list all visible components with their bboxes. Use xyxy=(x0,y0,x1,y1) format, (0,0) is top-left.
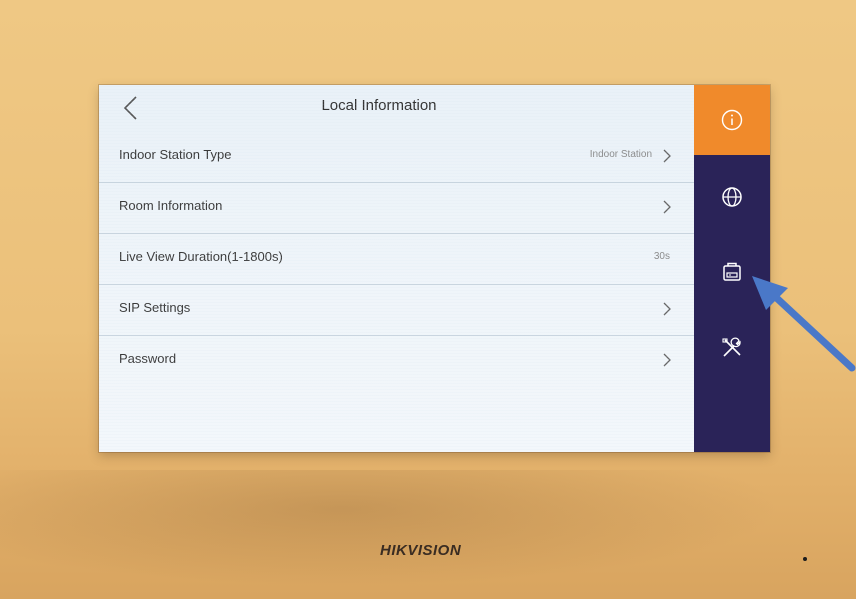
touch-screen: Local Information Indoor Station Type In… xyxy=(99,85,770,452)
chevron-right-icon xyxy=(663,200,671,214)
page-title: Local Information xyxy=(321,97,437,114)
settings-row-sip-settings[interactable]: SIP Settings xyxy=(99,284,694,336)
annotation-arrow xyxy=(752,276,856,372)
sidebar-item-local-information[interactable] xyxy=(694,85,770,155)
settings-row-password[interactable]: Password xyxy=(99,335,694,386)
chevron-right-icon xyxy=(663,302,671,316)
device-bezel-shadow xyxy=(0,470,856,599)
settings-row-indoor-station-type[interactable]: Indoor Station Type Indoor Station xyxy=(99,131,694,183)
row-value: 30s xyxy=(653,251,670,262)
brand-logo: HIKVISION xyxy=(380,542,462,559)
settings-sidebar xyxy=(694,85,770,452)
local-information-panel: Local Information Indoor Station Type In… xyxy=(99,85,694,452)
chevron-right-icon xyxy=(663,149,671,163)
info-icon xyxy=(721,109,743,131)
globe-icon xyxy=(722,187,742,207)
chevron-right-icon xyxy=(663,353,671,367)
row-label: SIP Settings xyxy=(119,300,191,315)
row-label: Indoor Station Type xyxy=(119,147,232,162)
settings-row-live-view-duration[interactable]: Live View Duration(1-1800s) 30s xyxy=(99,233,694,285)
row-label: Room Information xyxy=(119,198,223,213)
panel-header: Local Information xyxy=(99,85,694,131)
row-label: Password xyxy=(119,351,177,366)
light-sensor xyxy=(803,557,807,561)
sidebar-item-network[interactable] xyxy=(694,162,770,232)
row-label: Live View Duration(1-1800s) xyxy=(119,249,283,264)
row-value: Indoor Station xyxy=(589,149,652,160)
settings-row-room-information[interactable]: Room Information xyxy=(99,182,694,234)
